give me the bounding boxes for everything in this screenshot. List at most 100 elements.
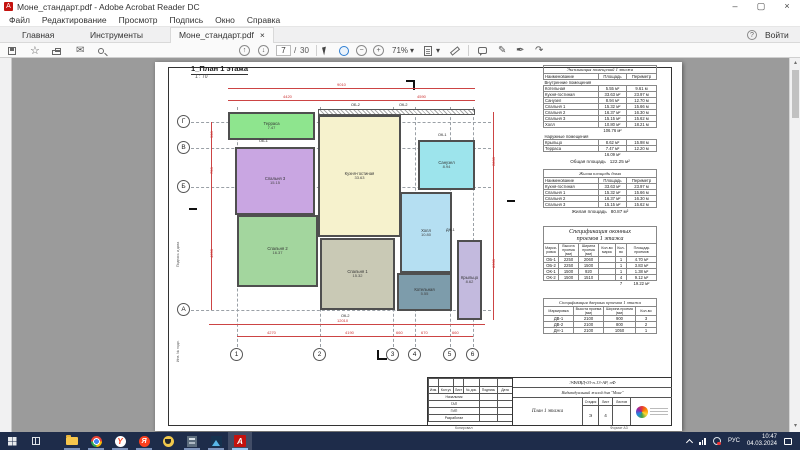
document-code: ЭФИВД-03-п.13-АР, оФ xyxy=(513,378,672,388)
folder-icon xyxy=(66,437,78,445)
language-indicator[interactable]: РУС xyxy=(728,438,740,445)
room-terrace: Терраса7.47 xyxy=(228,112,315,140)
clock[interactable]: 10:47 04.03.2024 xyxy=(747,434,777,448)
tab-document-label: Моне_стандарт.pdf xyxy=(179,28,254,43)
tab-home[interactable]: Главная xyxy=(10,27,66,43)
fill-sign-icon[interactable]: ✒ xyxy=(516,45,524,56)
yandex-browser-icon: Y xyxy=(115,436,126,447)
axis-bubble-v: В xyxy=(177,141,190,154)
yandex-app-button[interactable]: Я xyxy=(132,432,156,450)
sign-in-button[interactable]: Войти xyxy=(765,27,789,43)
tab-document[interactable]: Моне_стандарт.pdf × xyxy=(170,27,274,43)
scroll-up-icon[interactable]: ▴ xyxy=(790,59,800,66)
zoom-out-icon[interactable]: − xyxy=(356,45,367,56)
chrome-icon xyxy=(91,436,102,447)
acrobat-icon: A xyxy=(234,435,246,447)
company-logo-box xyxy=(631,398,672,425)
page-number-input[interactable]: 7 xyxy=(276,45,291,56)
dim-seg: 660 xyxy=(452,330,459,335)
measure-tool-icon[interactable] xyxy=(450,45,460,56)
explication-title: Экспликация помещений 1 этажа xyxy=(543,65,657,73)
door-spec-title: Спецификация дверных проемов 1 этажа xyxy=(543,298,657,306)
dim-top-overall: 9010 xyxy=(337,82,346,87)
room-porch: Крыльцо8.62 xyxy=(457,240,482,320)
drawing-scale: 1 : 70 xyxy=(195,74,208,80)
print-icon[interactable] xyxy=(52,45,61,56)
room-hall: Холл10.80 xyxy=(400,192,452,273)
tab-close-icon[interactable]: × xyxy=(260,28,265,43)
hand-tool-icon[interactable] xyxy=(339,45,349,56)
menu-file[interactable]: Файл xyxy=(3,15,36,25)
opening-label: ОК-2 xyxy=(399,103,408,107)
yandex-browser-button[interactable]: Y xyxy=(108,432,132,450)
page-up-icon[interactable]: ↑ xyxy=(239,45,250,56)
acrobat-taskbar-button[interactable]: A xyxy=(228,432,252,450)
pencil-tool-icon[interactable]: ✎ xyxy=(498,45,506,56)
zoom-level[interactable]: 71% xyxy=(392,45,408,56)
stage-grid: Стадия Лист Листов Э 4 xyxy=(583,398,631,425)
tray-badge-icon[interactable] xyxy=(713,437,721,445)
section-marker xyxy=(507,200,515,202)
dim-line xyxy=(211,122,212,310)
living-area-table: Наименование Площадь Периметр Кухня-гост… xyxy=(543,177,657,208)
left-panel-strip[interactable] xyxy=(0,58,12,432)
opening-label: ОК-1 xyxy=(438,133,447,137)
calculator-icon xyxy=(187,436,197,447)
menu-sign[interactable]: Подпись xyxy=(164,15,210,25)
company-info-lines xyxy=(650,406,668,417)
save-icon[interactable] xyxy=(8,45,16,56)
vertical-scrollbar[interactable]: ▴ ▾ xyxy=(789,58,800,432)
dim-seg: 4270 xyxy=(267,330,276,335)
tables-column: Экспликация помещений 1 этажа Наименован… xyxy=(543,65,657,334)
yandex-app-icon: Я xyxy=(139,436,150,447)
scroll-down-icon[interactable]: ▾ xyxy=(790,422,800,429)
opening-label: ДН-1 xyxy=(446,228,455,232)
menu-help[interactable]: Справка xyxy=(241,15,286,25)
mail-icon[interactable]: ✉ xyxy=(76,45,84,56)
file-explorer-button[interactable] xyxy=(60,432,84,450)
star-icon[interactable]: ☆ xyxy=(30,45,40,56)
start-button[interactable] xyxy=(0,432,24,450)
search-icon[interactable] xyxy=(98,45,104,56)
dim-line xyxy=(228,88,475,89)
axis-bubble-a: А xyxy=(177,303,190,316)
zoom-in-icon[interactable]: + xyxy=(373,45,384,56)
footer-format: Формат А3 xyxy=(610,426,628,430)
dim-seg: 4650 xyxy=(209,249,214,258)
close-button[interactable]: × xyxy=(774,0,800,14)
zoom-caret-icon[interactable]: ▾ xyxy=(410,45,414,56)
tray-expand-icon[interactable] xyxy=(686,438,693,445)
maximize-button[interactable]: ▢ xyxy=(748,0,774,14)
send-tool-icon[interactable]: ↷ xyxy=(535,45,543,56)
living-total-line: Жилая площадь80.87 м² xyxy=(543,209,657,214)
task-view-button[interactable] xyxy=(24,432,48,450)
calculator-button[interactable] xyxy=(180,432,204,450)
select-tool-icon[interactable] xyxy=(323,45,327,56)
task-view-icon xyxy=(32,437,40,445)
menu-view[interactable]: Просмотр xyxy=(113,15,164,25)
window-title: Моне_стандарт.pdf - Adobe Acrobat Reader… xyxy=(17,2,200,12)
help-icon[interactable]: ? xyxy=(747,30,757,40)
blue-app-button[interactable] xyxy=(204,432,228,450)
page-fit-icon[interactable] xyxy=(424,45,432,56)
notification-icon[interactable] xyxy=(784,438,792,445)
total-area-line: Общая площадь122.25 м² xyxy=(543,159,657,164)
network-icon[interactable] xyxy=(699,438,706,445)
tab-tools[interactable]: Инструменты xyxy=(78,27,155,43)
pdf-page: 1_План 1 этажа 1 : 70 Подпись и дата Инв… xyxy=(155,62,682,431)
comment-tool-icon[interactable] xyxy=(478,45,487,56)
axis-bubble-5: 5 xyxy=(443,348,456,361)
menu-edit[interactable]: Редактирование xyxy=(36,15,113,25)
page-fit-caret-icon[interactable]: ▾ xyxy=(436,45,440,56)
page-down-icon[interactable]: ↓ xyxy=(258,45,269,56)
scrollbar-thumb[interactable] xyxy=(792,70,799,118)
dim-line xyxy=(228,100,475,101)
axis-bubble-b: Б xyxy=(177,180,190,193)
title-block-left-grid: Изм.Кол.уч Лист№ док. ПодписьДата Началь… xyxy=(428,378,513,422)
drawing-name: План 1 этажа xyxy=(513,398,583,425)
chrome-button[interactable] xyxy=(84,432,108,450)
menu-window[interactable]: Окно xyxy=(209,15,241,25)
section-marker xyxy=(189,208,197,210)
yellow-app-button[interactable] xyxy=(156,432,180,450)
minimize-button[interactable]: – xyxy=(722,0,748,14)
